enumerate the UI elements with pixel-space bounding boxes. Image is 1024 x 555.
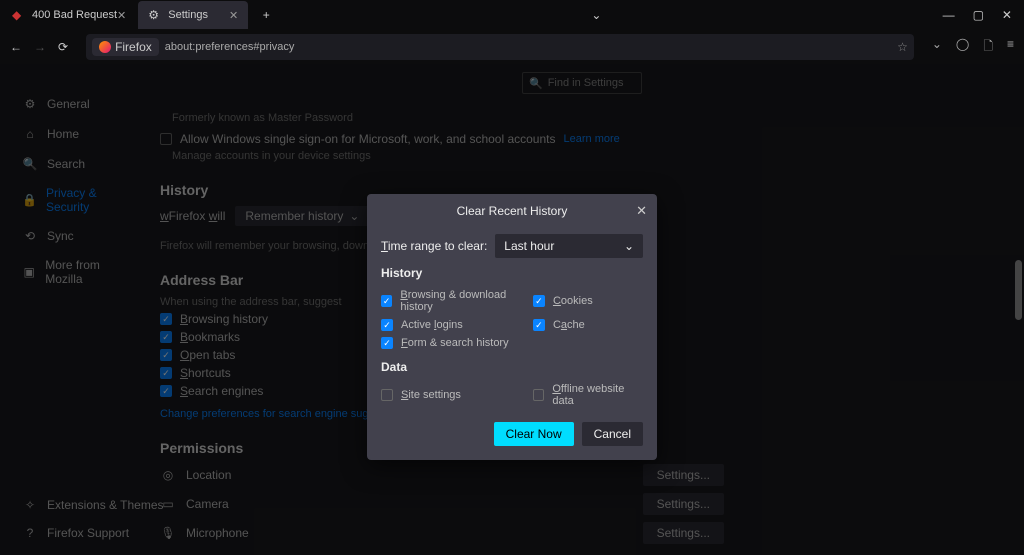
master-pw-note: Formerly known as Master Password <box>172 112 1004 124</box>
sso-label: Allow Windows single sign-on for Microso… <box>180 132 556 146</box>
close-window-icon[interactable]: ✕ <box>1002 8 1012 22</box>
camera-settings-button[interactable]: Settings... <box>643 493 724 515</box>
url-text: about:preferences#privacy <box>165 41 295 53</box>
extensions-icon[interactable]: 🗋 <box>983 37 993 58</box>
chk-site-settings[interactable] <box>381 389 393 401</box>
ab-searchengines-checkbox[interactable] <box>160 385 172 397</box>
sso-learn-more[interactable]: Learn more <box>564 133 620 145</box>
time-range-select[interactable]: Last hour ⌄ <box>495 234 643 258</box>
back-button[interactable]: ← <box>10 40 22 54</box>
lock-icon: 🔒 <box>22 192 37 208</box>
close-icon[interactable]: ✕ <box>117 9 126 22</box>
location-settings-button[interactable]: Settings... <box>643 464 724 486</box>
dialog-title: Clear Recent History <box>457 204 568 218</box>
location-icon: ◎ <box>160 468 176 482</box>
cancel-button[interactable]: Cancel <box>582 422 643 446</box>
firefox-icon <box>99 41 111 53</box>
history-mode-select[interactable]: Remember history ⌄ <box>235 206 369 226</box>
url-badge-text: Firefox <box>115 40 152 54</box>
navbar: ← → ⟳ Firefox about:preferences#privacy … <box>0 30 1024 64</box>
sidebar-item-sync[interactable]: ⟲Sync <box>22 228 130 244</box>
ab-opentabs-checkbox[interactable] <box>160 349 172 361</box>
gear-icon: ⚙ <box>148 8 162 22</box>
data-subheading: Data <box>381 360 643 374</box>
tab-bad-request[interactable]: ◆ 400 Bad Request ✕ <box>2 1 136 29</box>
firefox-will-label: wFirefox willFirefox will <box>160 209 225 223</box>
sso-note: Manage accounts in your device settings <box>172 150 1004 162</box>
url-identity: Firefox <box>92 38 159 56</box>
camera-icon: ▭ <box>160 497 176 511</box>
forward-button: → <box>34 40 46 54</box>
sync-icon: ⟲ <box>22 228 38 244</box>
chk-browsing[interactable] <box>381 295 392 307</box>
sidebar-item-more[interactable]: ▣More from Mozilla <box>22 258 130 286</box>
sidebar-item-search[interactable]: 🔍Search <box>22 156 130 172</box>
menu-icon[interactable]: ≡ <box>1007 37 1014 58</box>
search-icon: 🔍 <box>22 156 38 172</box>
clear-now-button[interactable]: Clear Now <box>494 422 574 446</box>
ab-browsing-checkbox[interactable] <box>160 313 172 325</box>
tab-settings[interactable]: ⚙ Settings ✕ <box>138 1 248 29</box>
microphone-icon: 🎙 <box>160 526 176 540</box>
tab-favicon: ◆ <box>12 8 26 22</box>
ab-shortcuts-checkbox[interactable] <box>160 367 172 379</box>
sso-checkbox[interactable] <box>160 133 172 145</box>
clear-history-dialog: Clear Recent History ✕ Time range to cle… <box>367 194 657 460</box>
home-icon: ⌂ <box>22 126 38 142</box>
chk-offline[interactable] <box>533 389 544 401</box>
tabs-dropdown[interactable]: ⌄ <box>591 8 601 22</box>
minimize-icon[interactable]: — <box>943 8 955 22</box>
chk-cookies[interactable] <box>533 295 545 307</box>
mozilla-icon: ▣ <box>22 264 36 280</box>
tab-label: 400 Bad Request <box>32 9 117 21</box>
bookmark-star-icon[interactable]: ☆ <box>897 40 908 54</box>
sidebar-item-privacy[interactable]: 🔒Privacy & Security <box>22 186 130 214</box>
chevron-down-icon: ⌄ <box>624 239 634 253</box>
find-placeholder: Find in Settings <box>548 77 624 89</box>
titlebar: ◆ 400 Bad Request ✕ ⚙ Settings ✕ + ⌄ — ▢… <box>0 0 1024 30</box>
chk-logins[interactable] <box>381 319 393 331</box>
find-settings-input[interactable]: 🔍 Find in Settings <box>522 72 642 94</box>
close-icon[interactable]: ✕ <box>229 9 238 22</box>
dialog-close-button[interactable]: ✕ <box>636 203 647 219</box>
url-bar[interactable]: Firefox about:preferences#privacy ☆ <box>86 34 914 60</box>
reload-button[interactable]: ⟳ <box>58 40 68 54</box>
new-tab-button[interactable]: + <box>254 3 278 27</box>
account-icon[interactable]: ◯ <box>956 37 969 58</box>
maximize-icon[interactable]: ▢ <box>973 8 984 22</box>
microphone-settings-button[interactable]: Settings... <box>643 522 724 544</box>
history-subheading: History <box>381 266 643 280</box>
scrollbar[interactable] <box>1015 260 1022 320</box>
time-range-label: Time range to clear: <box>381 239 487 253</box>
pocket-icon[interactable]: ⌄ <box>932 37 942 58</box>
window-controls: — ▢ ✕ <box>943 8 1022 22</box>
settings-sidebar: ⚙General ⌂Home 🔍Search 🔒Privacy & Securi… <box>0 64 140 555</box>
chevron-down-icon: ⌄ <box>349 209 359 223</box>
search-icon: 🔍 <box>529 77 543 90</box>
chk-cache[interactable] <box>533 319 545 331</box>
puzzle-icon: ✧ <box>22 497 38 513</box>
sidebar-item-general[interactable]: ⚙General <box>22 96 130 112</box>
sidebar-item-home[interactable]: ⌂Home <box>22 126 130 142</box>
ab-bookmarks-checkbox[interactable] <box>160 331 172 343</box>
help-icon: ? <box>22 525 38 541</box>
chk-forms[interactable] <box>381 337 393 349</box>
tab-label: Settings <box>168 9 208 21</box>
gear-icon: ⚙ <box>22 96 38 112</box>
